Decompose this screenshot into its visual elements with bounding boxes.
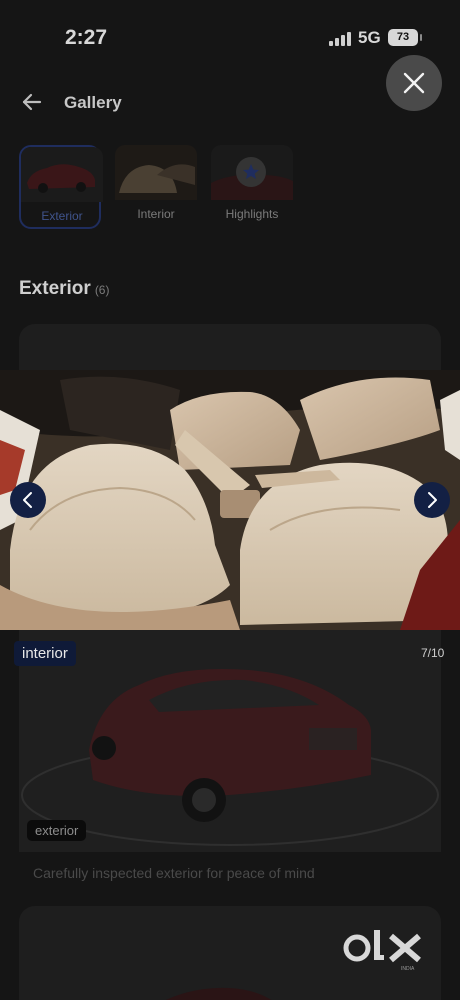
signal-icon xyxy=(329,32,351,46)
svg-text:INDIA: INDIA xyxy=(401,966,415,972)
tab-exterior-label: Exterior xyxy=(41,209,83,223)
highlights-thumbnail xyxy=(211,145,293,200)
network-label: 5G xyxy=(358,28,381,47)
exterior-thumbnail xyxy=(21,147,103,202)
card-caption: Carefully inspected exterior for peace o… xyxy=(33,865,315,881)
gallery-main-image[interactable] xyxy=(0,370,460,630)
tab-highlights[interactable]: Highlights xyxy=(211,145,293,229)
close-icon xyxy=(403,72,425,94)
back-arrow-icon[interactable] xyxy=(20,90,44,114)
olx-logo: INDIA xyxy=(343,930,421,972)
tab-interior[interactable]: Interior xyxy=(115,145,197,229)
tab-interior-label: Interior xyxy=(137,207,175,221)
battery-icon: 73 xyxy=(388,29,422,46)
image-category-tag: interior xyxy=(14,641,76,666)
section-count: (6) xyxy=(94,283,110,297)
page-title: Gallery xyxy=(64,93,122,112)
chevron-right-icon xyxy=(428,492,437,508)
exterior-car-image xyxy=(19,630,441,852)
previous-image-button[interactable] xyxy=(10,482,46,518)
exterior-image-card[interactable] xyxy=(19,630,441,852)
tab-exterior[interactable]: Exterior xyxy=(19,145,103,229)
next-image-button[interactable] xyxy=(414,482,450,518)
close-button[interactable] xyxy=(386,55,442,111)
exterior-tag: exterior xyxy=(27,820,87,841)
section-title: Exterior (6) xyxy=(19,278,109,300)
image-counter: 7/10 xyxy=(421,646,445,660)
tab-highlights-label: Highlights xyxy=(225,207,279,221)
interior-thumbnail xyxy=(115,145,197,200)
section-title-text: Exterior xyxy=(19,278,91,299)
status-time: 2:27 xyxy=(65,26,108,49)
chevron-left-icon xyxy=(23,492,32,508)
